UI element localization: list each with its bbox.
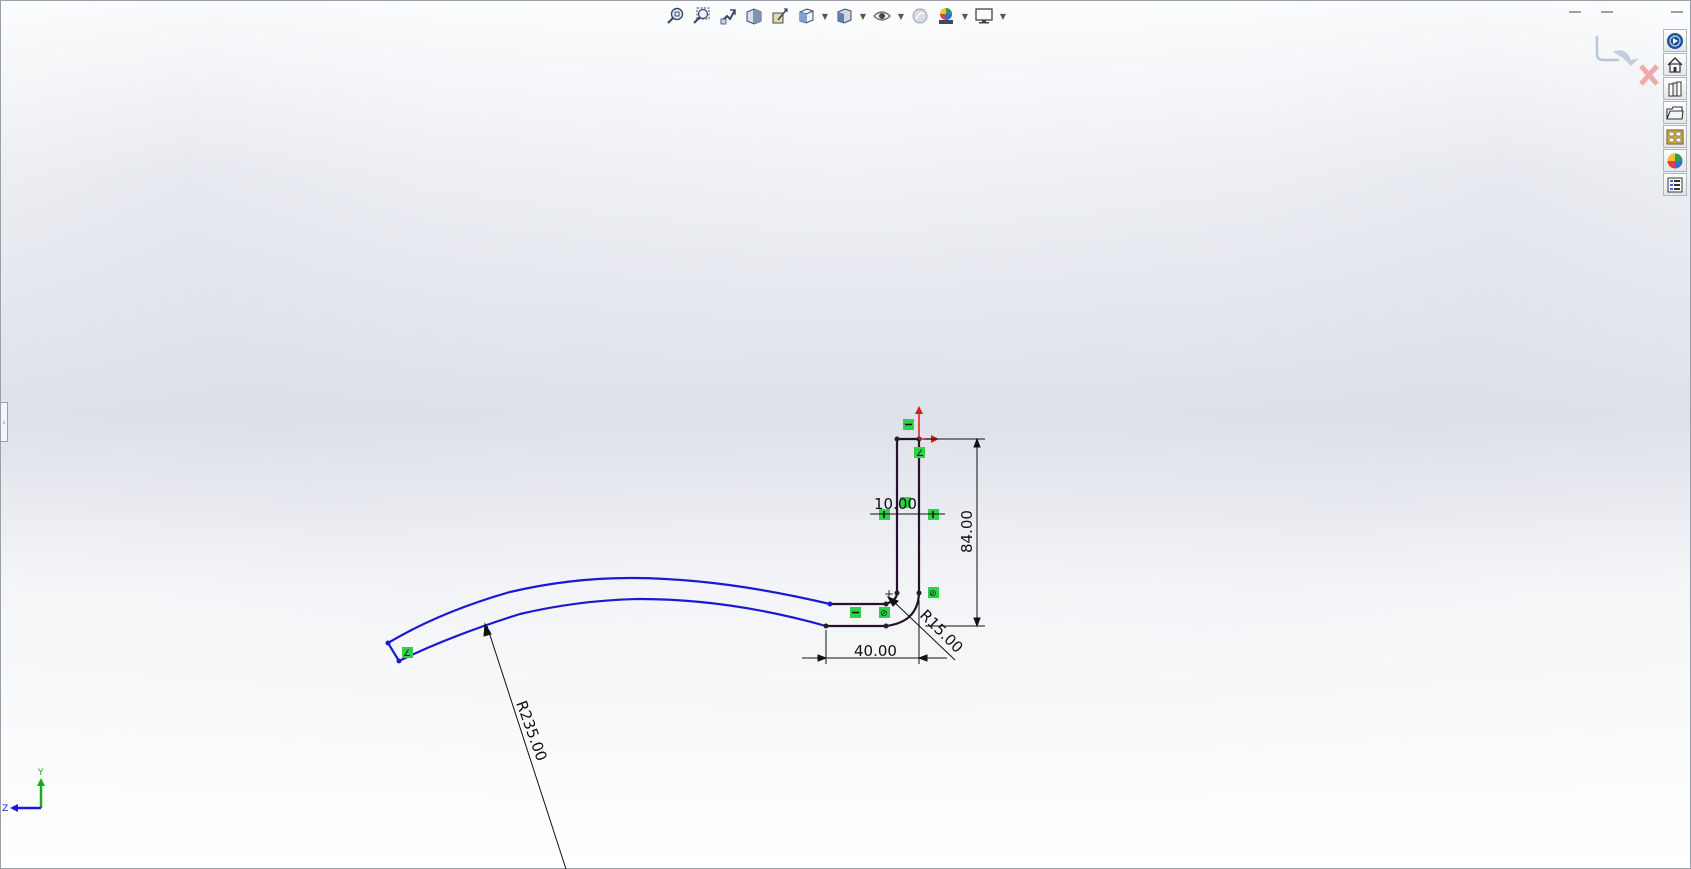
relation-markers[interactable]: ∠ ⊘ ⊘ ∠ [402, 419, 939, 659]
sketch-canvas[interactable]: + ∠ ⊘ ⊘ ∠ 84.00 40.00 10.00 R15.00 R235.… [0, 0, 1691, 869]
svg-text:∠: ∠ [916, 449, 924, 459]
svg-text:⊘: ⊘ [880, 609, 888, 619]
dimension-height: 84.00 [958, 510, 976, 553]
dimension-radius-large: R235.00 [512, 698, 550, 763]
triad-z-label: Z [2, 804, 8, 814]
reference-triad: Y Z [2, 768, 45, 814]
sketch-arc-profile[interactable] [387, 576, 831, 662]
dimension-thickness: 10.00 [874, 495, 917, 513]
dimension-width: 40.00 [854, 642, 897, 660]
svg-text:⊘: ⊘ [929, 589, 937, 599]
sketch-points[interactable] [385, 436, 922, 664]
dimension-radius-small: R15.00 [916, 606, 966, 656]
sketch-l-profile[interactable] [826, 437, 921, 628]
dimension-labels[interactable]: 84.00 40.00 10.00 R15.00 R235.00 [512, 495, 976, 763]
triad-y-label: Y [37, 768, 44, 778]
svg-text:∠: ∠ [403, 649, 411, 659]
